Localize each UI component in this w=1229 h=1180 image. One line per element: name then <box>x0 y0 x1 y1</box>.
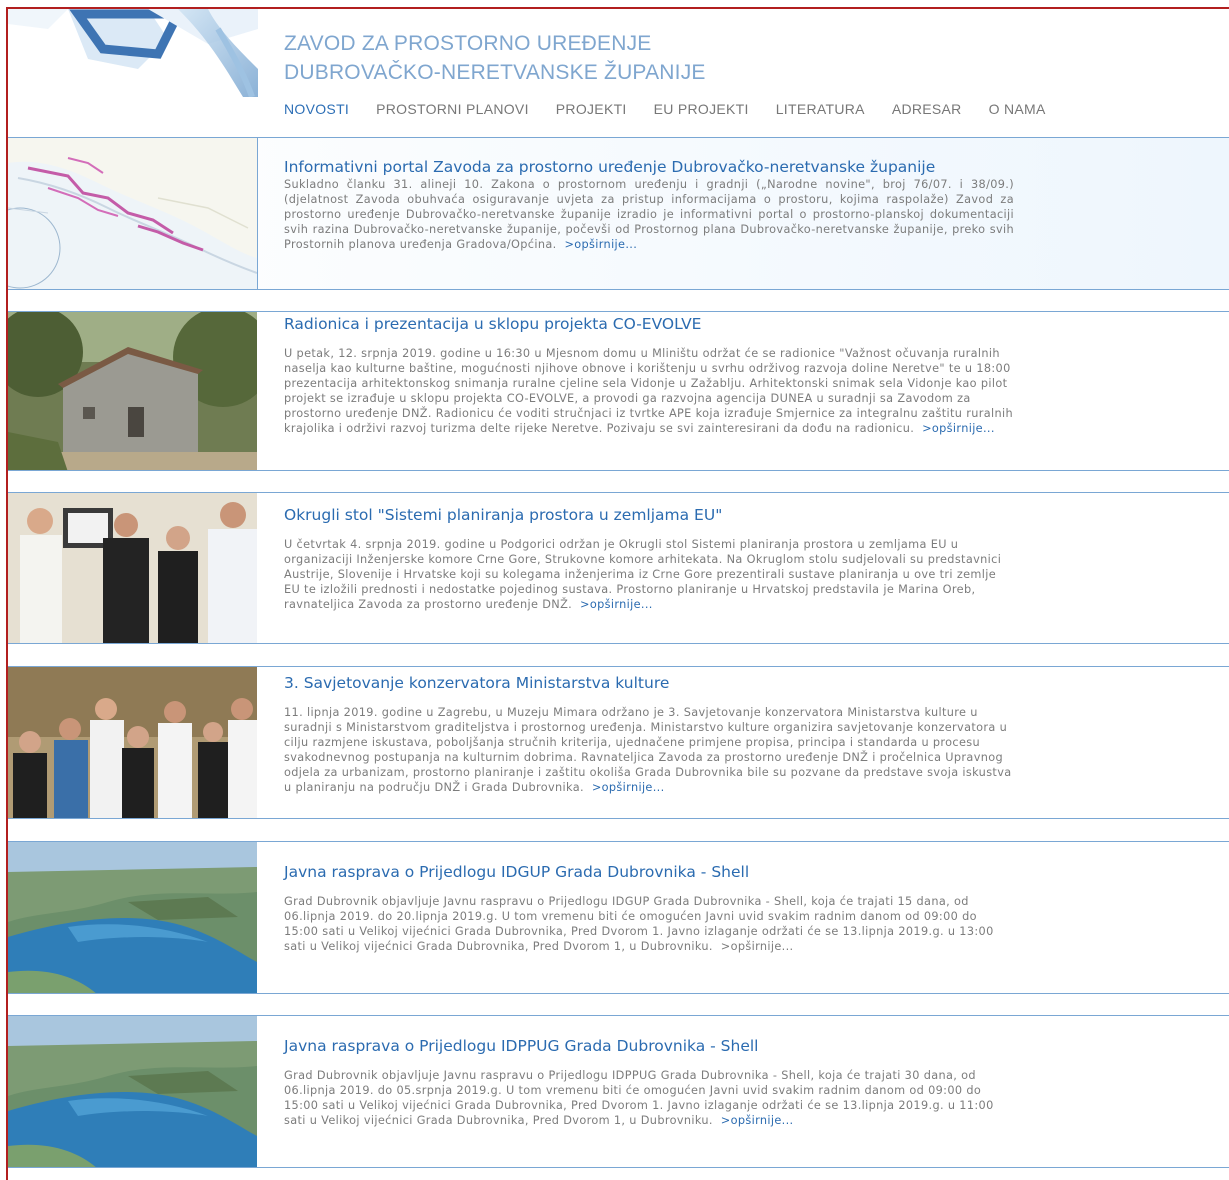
news-text-content: Sukladno članku 31. alineji 10. Zakona o… <box>284 178 1014 251</box>
nav-item-eu-projekti[interactable]: EU PROJEKTI <box>654 101 749 117</box>
site-header: ZAVOD ZA PROSTORNO UREĐENJE DUBROVAČKO-N… <box>8 9 1229 137</box>
site-title[interactable]: ZAVOD ZA PROSTORNO UREĐENJE DUBROVAČKO-N… <box>284 29 884 87</box>
news-title[interactable]: 3. Savjetovanje konzervatora Ministarstv… <box>284 673 1014 693</box>
news-title[interactable]: Javna rasprava o Prijedlogu IDPPUG Grada… <box>284 1036 1014 1056</box>
clipped-top-text <box>0 0 1229 7</box>
nav-item-literatura[interactable]: LITERATURA <box>776 101 865 117</box>
news-title[interactable]: Okrugli stol "Sistemi planiranja prostor… <box>284 505 1014 525</box>
news-text-content: Grad Dubrovnik objavljuje Javnu raspravu… <box>284 895 994 953</box>
news-text: Grad Dubrovnik objavljuje Javnu raspravu… <box>284 894 1014 954</box>
logo-image[interactable] <box>8 9 260 97</box>
news-thumbnail-map[interactable] <box>8 138 258 289</box>
read-more-link[interactable]: >opširnije... <box>721 1114 794 1127</box>
news-item: Okrugli stol "Sistemi planiranja prostor… <box>8 492 1229 644</box>
news-body: Javna rasprava o Prijedlogu IDPPUG Grada… <box>284 1016 1014 1128</box>
news-body: Okrugli stol "Sistemi planiranja prostor… <box>284 493 1014 612</box>
nav-item-projekti[interactable]: PROJEKTI <box>556 101 627 117</box>
read-more-link[interactable]: >opširnije... <box>580 598 653 611</box>
nav-item-novosti[interactable]: NOVOSTI <box>284 101 349 117</box>
main-nav: NOVOSTI PROSTORNI PLANOVI PROJEKTI EU PROJE… <box>284 99 1046 118</box>
page-frame: ZAVOD ZA PROSTORNO UREĐENJE DUBROVAČKO-N… <box>6 7 1229 1180</box>
read-more-link[interactable]: >opširnije... <box>721 940 794 953</box>
site-title-line-1: ZAVOD ZA PROSTORNO UREĐENJE <box>284 32 652 55</box>
news-title[interactable]: Javna rasprava o Prijedlogu IDGUP Grada … <box>284 862 1014 882</box>
news-thumbnail-aerial-view[interactable] <box>8 842 257 993</box>
news-thumbnail-group-photo[interactable] <box>8 493 257 643</box>
news-body: Javna rasprava o Prijedlogu IDGUP Grada … <box>284 842 1014 954</box>
news-title[interactable]: Informativni portal Zavoda za prostorno … <box>284 157 1014 177</box>
nav-item-adresar[interactable]: ADRESAR <box>892 101 962 117</box>
news-item: 3. Savjetovanje konzervatora Ministarstv… <box>8 666 1229 819</box>
news-item: Javna rasprava o Prijedlogu IDPPUG Grada… <box>8 1015 1229 1168</box>
news-item: Informativni portal Zavoda za prostorno … <box>8 137 1229 290</box>
news-text: 11. lipnja 2019. godine u Zagrebu, u Muz… <box>284 705 1014 795</box>
site-title-line-2: DUBROVAČKO-NERETVANSKE ŽUPANIJE <box>284 61 706 84</box>
read-more-link[interactable]: >opširnije... <box>592 781 665 794</box>
news-body: Radionica i prezentacija u sklopu projek… <box>284 312 1014 436</box>
clipped-top-line <box>40 0 44 6</box>
read-more-link[interactable]: >opširnije... <box>922 422 995 435</box>
news-item: Radionica i prezentacija u sklopu projek… <box>8 311 1229 471</box>
news-thumbnail-aerial-view[interactable] <box>8 1016 257 1167</box>
news-thumbnail-stone-house[interactable] <box>8 312 257 470</box>
news-text: Sukladno članku 31. alineji 10. Zakona o… <box>284 177 1014 252</box>
news-text: U petak, 12. srpnja 2019. godine u 16:30… <box>284 346 1014 436</box>
read-more-link[interactable]: >opširnije... <box>564 238 637 251</box>
nav-item-o-nama[interactable]: O NAMA <box>989 101 1046 117</box>
news-text-content: Grad Dubrovnik objavljuje Javnu raspravu… <box>284 1069 994 1127</box>
nav-item-prostorni-planovi[interactable]: PROSTORNI PLANOVI <box>376 101 529 117</box>
news-item: Javna rasprava o Prijedlogu IDGUP Grada … <box>8 841 1229 994</box>
news-text: U četvrtak 4. srpnja 2019. godine u Podg… <box>284 537 1014 612</box>
news-thumbnail-group-photo[interactable] <box>8 667 257 818</box>
news-text: Grad Dubrovnik objavljuje Javnu raspravu… <box>284 1068 1014 1128</box>
news-text-content: U petak, 12. srpnja 2019. godine u 16:30… <box>284 347 1013 435</box>
news-title[interactable]: Radionica i prezentacija u sklopu projek… <box>284 314 1014 334</box>
news-body: Informativni portal Zavoda za prostorno … <box>284 138 1014 252</box>
news-body: 3. Savjetovanje konzervatora Ministarstv… <box>284 667 1014 795</box>
